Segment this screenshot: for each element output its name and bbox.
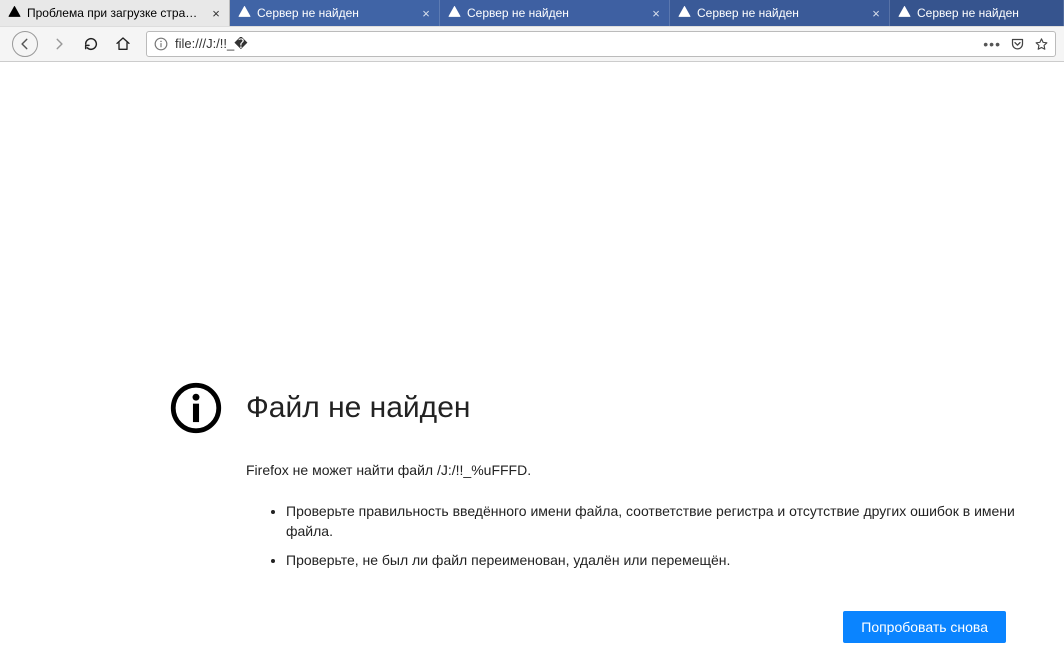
tab-bar: Проблема при загрузке страниц×Сервер не … [0, 0, 1064, 26]
close-icon[interactable]: × [869, 6, 883, 20]
pocket-icon[interactable] [1009, 36, 1025, 52]
tab-1[interactable]: Сервер не найден × [230, 0, 440, 26]
back-button[interactable] [12, 31, 38, 57]
bookmark-star-icon[interactable] [1033, 36, 1049, 52]
warning-icon [8, 5, 21, 21]
close-icon[interactable]: × [419, 6, 433, 20]
forward-button[interactable] [48, 33, 70, 55]
error-suggestion-item: Проверьте, не был ли файл переименован, … [286, 551, 1016, 571]
tab-label: Сервер не найден [697, 6, 863, 20]
url-bar[interactable]: ••• [146, 31, 1056, 57]
nav-buttons [8, 31, 138, 57]
reload-button[interactable] [80, 33, 102, 55]
close-icon[interactable]: × [649, 6, 663, 20]
warning-icon [238, 5, 251, 21]
error-suggestions: Проверьте правильность введённого имени … [246, 502, 1016, 571]
close-icon[interactable]: × [209, 6, 223, 20]
info-icon [170, 382, 222, 434]
toolbar: ••• [0, 26, 1064, 62]
error-suggestion-item: Проверьте правильность введённого имени … [286, 502, 1016, 541]
urlbar-actions: ••• [983, 36, 1049, 52]
tab-label: Сервер не найден [257, 6, 413, 20]
warning-icon [678, 5, 691, 21]
tab-0[interactable]: Проблема при загрузке страниц × [0, 0, 230, 26]
tab-3[interactable]: Сервер не найден × [670, 0, 890, 26]
error-description: Firefox не может найти файл /J:/!!_%uFFF… [246, 462, 1016, 478]
site-info-icon[interactable] [153, 36, 169, 52]
tab-4[interactable]: Сервер не найден [890, 0, 1064, 26]
page-actions-icon[interactable]: ••• [983, 36, 1001, 52]
home-button[interactable] [112, 33, 134, 55]
tab-label: Сервер не найден [917, 6, 1057, 20]
warning-icon [898, 5, 911, 21]
warning-icon [448, 5, 461, 21]
url-input[interactable] [175, 37, 977, 52]
tab-2[interactable]: Сервер не найден × [440, 0, 670, 26]
tab-label: Проблема при загрузке страниц [27, 6, 203, 20]
page-content: Файл не найден Firefox не может найти фа… [0, 62, 1064, 648]
error-page: Файл не найден Firefox не может найти фа… [170, 382, 1030, 643]
error-title: Файл не найден [246, 391, 470, 425]
retry-button[interactable]: Попробовать снова [843, 611, 1006, 643]
tab-label: Сервер не найден [467, 6, 643, 20]
